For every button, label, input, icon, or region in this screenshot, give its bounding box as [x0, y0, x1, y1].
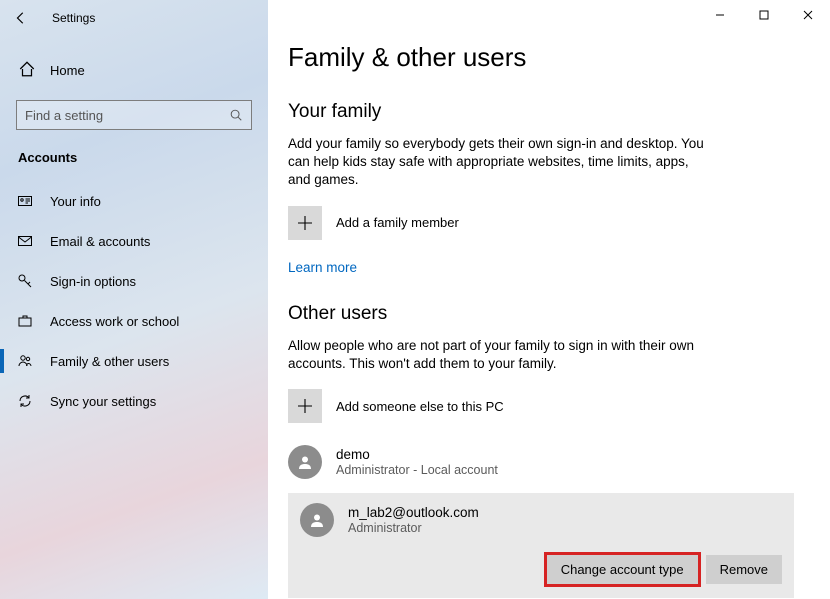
- other-user-row[interactable]: demo Administrator - Local account: [288, 439, 794, 485]
- section-label: Accounts: [0, 130, 268, 173]
- id-card-icon: [16, 193, 34, 209]
- nav-signin-options[interactable]: Sign-in options: [0, 261, 268, 301]
- nav-email-accounts[interactable]: Email & accounts: [0, 221, 268, 261]
- add-family-label: Add a family member: [336, 215, 459, 230]
- nav-family-other-users[interactable]: Family & other users: [0, 341, 268, 381]
- avatar-icon: [300, 503, 334, 537]
- home-icon: [18, 60, 36, 81]
- remove-user-button[interactable]: Remove: [706, 555, 782, 584]
- close-button[interactable]: [786, 0, 830, 30]
- learn-more-link[interactable]: Learn more: [288, 260, 357, 275]
- back-button[interactable]: [8, 5, 34, 31]
- other-user-selected-block: m_lab2@outlook.com Administrator Change …: [288, 493, 794, 598]
- add-family-member-button[interactable]: Add a family member: [288, 206, 794, 240]
- section-your-family-desc: Add your family so everybody gets their …: [288, 135, 708, 190]
- search-box[interactable]: [16, 100, 252, 130]
- search-input[interactable]: [25, 108, 229, 123]
- change-account-type-button[interactable]: Change account type: [547, 555, 698, 584]
- search-icon: [229, 108, 243, 122]
- minimize-button[interactable]: [698, 0, 742, 30]
- nav-your-info[interactable]: Your info: [0, 181, 268, 221]
- other-user-row[interactable]: m_lab2@outlook.com Administrator: [300, 503, 782, 537]
- nav-label: Sign-in options: [50, 274, 136, 289]
- nav-label: Family & other users: [50, 354, 169, 369]
- plus-icon: [288, 206, 322, 240]
- nav-label: Access work or school: [50, 314, 179, 329]
- plus-icon: [288, 389, 322, 423]
- home-nav[interactable]: Home: [0, 52, 268, 88]
- add-other-label: Add someone else to this PC: [336, 399, 504, 414]
- nav-sync-settings[interactable]: Sync your settings: [0, 381, 268, 421]
- avatar-icon: [288, 445, 322, 479]
- section-other-users-desc: Allow people who are not part of your fa…: [288, 337, 708, 373]
- user-name: m_lab2@outlook.com: [348, 505, 479, 520]
- maximize-button[interactable]: [742, 0, 786, 30]
- section-your-family-title: Your family: [288, 101, 794, 123]
- briefcase-icon: [16, 313, 34, 329]
- key-icon: [16, 273, 34, 289]
- home-label: Home: [50, 63, 85, 78]
- page-title: Family & other users: [288, 42, 794, 73]
- nav-label: Email & accounts: [50, 234, 150, 249]
- user-role: Administrator: [348, 521, 479, 535]
- nav-access-work-school[interactable]: Access work or school: [0, 301, 268, 341]
- user-name: demo: [336, 447, 498, 462]
- people-icon: [16, 353, 34, 369]
- window-title: Settings: [52, 11, 95, 25]
- nav-label: Sync your settings: [50, 394, 156, 409]
- section-other-users-title: Other users: [288, 303, 794, 325]
- user-role: Administrator - Local account: [336, 463, 498, 477]
- nav-label: Your info: [50, 194, 101, 209]
- sync-icon: [16, 393, 34, 409]
- mail-icon: [16, 233, 34, 249]
- add-other-user-button[interactable]: Add someone else to this PC: [288, 389, 794, 423]
